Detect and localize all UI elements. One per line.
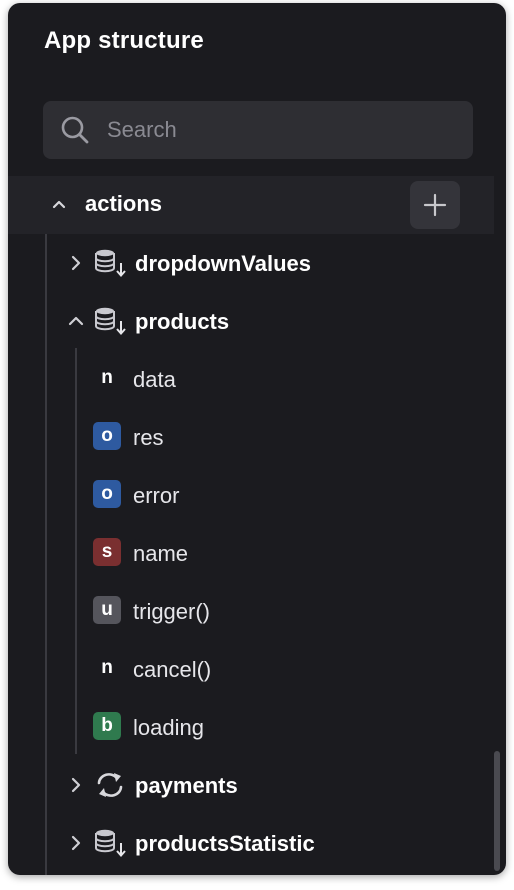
tree-node-label: dropdownValues	[135, 251, 312, 276]
tree-node-label: actions	[85, 191, 163, 216]
database-query-icon	[94, 828, 128, 858]
tree-node-label: payments	[135, 773, 238, 798]
tree-node-label: productsStatistic	[135, 831, 315, 856]
chevron-right-icon[interactable]	[68, 777, 84, 793]
property-label: trigger()	[133, 599, 211, 624]
property-label: data	[133, 367, 176, 392]
search-box[interactable]	[43, 101, 473, 159]
chevron-right-icon[interactable]	[68, 255, 84, 271]
type-badge: o	[93, 422, 121, 450]
app-structure-panel: App structure actions	[8, 3, 506, 875]
tree-node-dropdownvalues[interactable]: dropdownValues	[8, 234, 494, 292]
type-badge: n	[101, 657, 113, 678]
chevron-up-icon[interactable]	[68, 313, 84, 329]
property-trigger[interactable]: u trigger()	[8, 582, 494, 640]
tree-node-products[interactable]: products	[8, 292, 494, 350]
tree-node-actions[interactable]: actions	[8, 176, 494, 234]
search-input[interactable]	[107, 101, 457, 159]
property-cancel[interactable]: n cancel()	[8, 640, 494, 698]
property-error[interactable]: o error	[8, 466, 494, 524]
property-label: error	[133, 483, 180, 508]
search-icon	[60, 115, 90, 145]
property-loading[interactable]: b loading	[8, 698, 494, 756]
add-action-button[interactable]	[410, 181, 460, 229]
refresh-icon	[94, 770, 128, 800]
property-label: cancel()	[133, 657, 212, 682]
database-query-icon	[94, 248, 128, 278]
property-label: res	[133, 425, 164, 450]
chevron-up-icon[interactable]	[50, 195, 68, 213]
type-badge: n	[101, 367, 113, 388]
property-data[interactable]: n data	[8, 350, 494, 408]
scrollbar-thumb[interactable]	[494, 751, 500, 871]
type-badge: o	[93, 480, 121, 508]
type-badge: b	[93, 712, 121, 740]
property-label: name	[133, 541, 189, 566]
chevron-right-icon[interactable]	[68, 835, 84, 851]
tree-node-payments[interactable]: payments	[8, 756, 494, 814]
panel-title: App structure	[44, 27, 204, 54]
property-res[interactable]: o res	[8, 408, 494, 466]
property-name[interactable]: s name	[8, 524, 494, 582]
tree-node-label: products	[135, 309, 230, 334]
type-badge: u	[93, 596, 121, 624]
type-badge: s	[93, 538, 121, 566]
property-label: loading	[133, 715, 204, 740]
tree-node-productsstatistic[interactable]: productsStatistic	[8, 814, 494, 872]
database-query-icon	[94, 306, 128, 336]
